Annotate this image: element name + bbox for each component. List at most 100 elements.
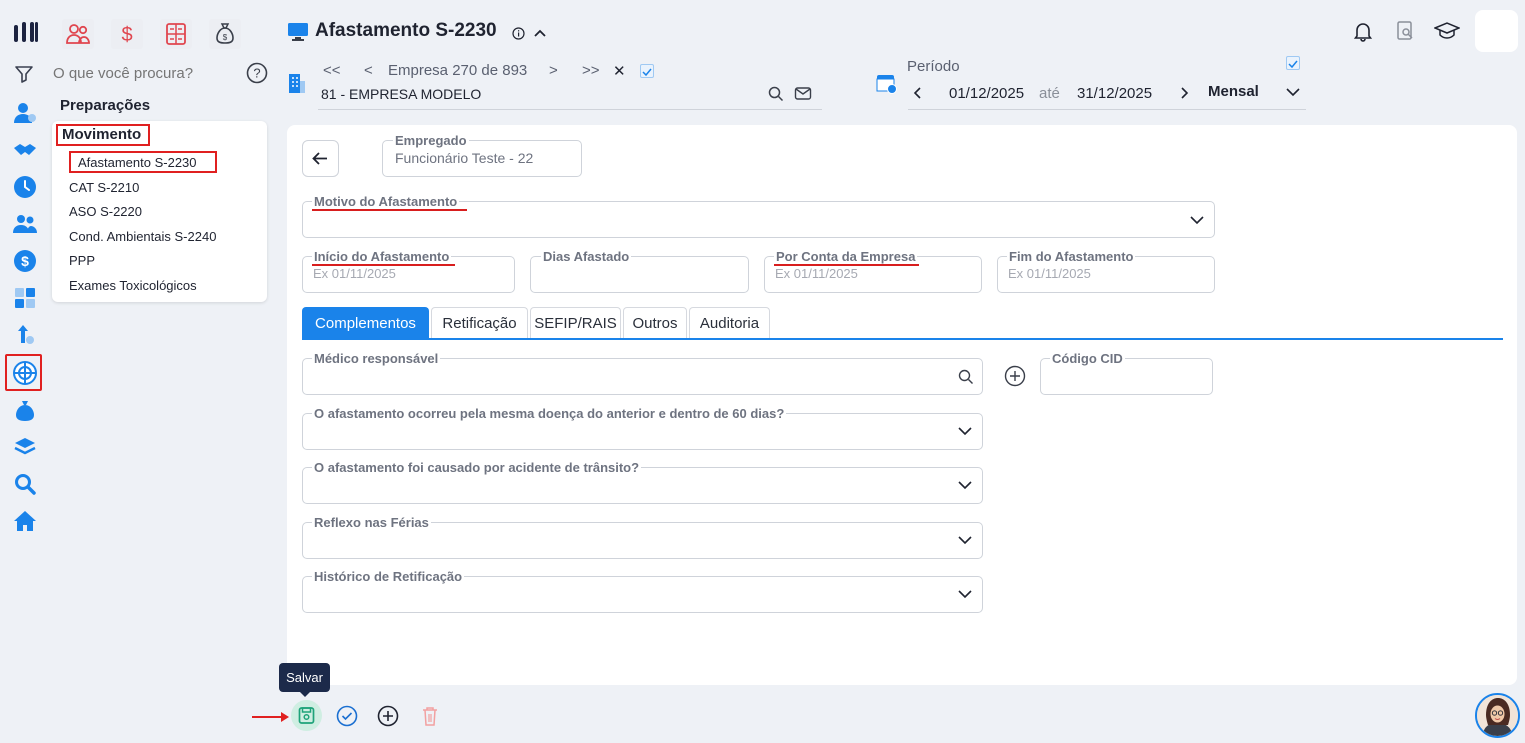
company-search-icon[interactable]: [767, 85, 785, 103]
monitor-icon: [287, 21, 309, 43]
company-last-button[interactable]: >>: [582, 62, 600, 79]
clock-icon[interactable]: [12, 174, 38, 200]
save-tooltip: Salvar: [279, 663, 330, 692]
period-checkbox[interactable]: [1286, 56, 1300, 70]
module-people-icon[interactable]: [62, 19, 94, 49]
company-close-button[interactable]: ✕: [613, 62, 626, 80]
people-icon[interactable]: [12, 100, 38, 126]
conta-empresa-label: Por Conta da Empresa: [774, 249, 918, 264]
team-icon[interactable]: [12, 211, 38, 237]
movimento-highlight: [56, 124, 150, 146]
assistant-avatar[interactable]: [1475, 693, 1520, 738]
module-calculator-icon[interactable]: [160, 19, 192, 49]
chevron-down-icon[interactable]: [957, 477, 973, 493]
chevron-down-icon[interactable]: [957, 423, 973, 439]
mesma-doenca-label: O afastamento ocorreu pela mesma doença …: [312, 406, 787, 421]
motivo-label: Motivo do Afastamento: [312, 194, 460, 209]
chevron-up-icon[interactable]: [532, 25, 548, 41]
company-first-button[interactable]: <<: [323, 62, 341, 79]
calendar-icon: [876, 72, 898, 94]
help-icon[interactable]: ?: [246, 62, 268, 84]
search-icon[interactable]: [12, 471, 38, 497]
svg-text:$: $: [223, 33, 228, 42]
esocial-globe-icon[interactable]: [12, 360, 38, 386]
tab-outros[interactable]: Outros: [623, 307, 687, 339]
tab-sefip-rais[interactable]: SEFIP/RAIS: [530, 307, 621, 339]
confirm-button[interactable]: [336, 705, 358, 727]
info-icon[interactable]: [512, 27, 525, 40]
conta-empresa-placeholder: Ex 01/11/2025: [775, 266, 858, 281]
menu-item-ppp[interactable]: PPP: [69, 253, 95, 268]
graduation-cap-icon[interactable]: [1433, 20, 1461, 42]
save-button[interactable]: [291, 700, 322, 731]
chevron-down-icon[interactable]: [1285, 84, 1301, 100]
back-button[interactable]: [302, 140, 339, 177]
empregado-value: Funcionário Teste - 22: [395, 150, 534, 166]
company-underline: [318, 109, 822, 110]
menu-item-cond-ambientais[interactable]: Cond. Ambientais S-2240: [69, 229, 216, 244]
menu-item-exames-toxicologicos[interactable]: Exames Toxicológicos: [69, 278, 197, 293]
chevron-down-icon[interactable]: [957, 532, 973, 548]
tab-auditoria[interactable]: Auditoria: [689, 307, 770, 339]
period-start[interactable]: 01/12/2025: [949, 85, 1024, 102]
period-prev-button[interactable]: [912, 86, 924, 100]
company-name: 81 - EMPRESA MODELO: [321, 86, 482, 102]
inicio-placeholder: Ex 01/11/2025: [313, 266, 396, 281]
building-icon: [288, 72, 306, 94]
tab-retificacao[interactable]: Retificação: [431, 307, 528, 339]
chevron-down-icon[interactable]: [957, 586, 973, 602]
motivo-underline: [312, 209, 467, 211]
calculator-icon[interactable]: [12, 285, 38, 311]
svg-text:$: $: [21, 253, 29, 269]
mail-icon[interactable]: [794, 86, 812, 102]
period-mode-select[interactable]: Mensal: [1208, 83, 1259, 100]
period-next-button[interactable]: [1178, 86, 1190, 100]
company-checkbox[interactable]: [640, 64, 654, 78]
menu-section-preparacoes[interactable]: Preparações: [60, 97, 150, 114]
user-avatar-placeholder[interactable]: [1475, 10, 1518, 52]
company-prev-button[interactable]: <: [364, 62, 373, 79]
tooltip-arrow: [299, 691, 311, 697]
inicio-label: Início do Afastamento: [312, 249, 452, 264]
bell-icon[interactable]: [1352, 20, 1374, 42]
add-medico-button[interactable]: [1004, 365, 1026, 387]
dollar-icon[interactable]: $: [12, 248, 38, 274]
layers-icon[interactable]: [12, 434, 38, 460]
company-position: Empresa 270 de 893: [388, 62, 528, 79]
module-money-bag-icon[interactable]: $: [209, 19, 241, 49]
tab-complementos[interactable]: Complementos: [302, 307, 429, 339]
period-separator: até: [1039, 85, 1060, 102]
pointer-arrow-icon: [251, 710, 291, 724]
menu-item-cat[interactable]: CAT S-2210: [69, 180, 139, 195]
chevron-down-icon[interactable]: [1189, 212, 1205, 228]
delete-button[interactable]: [420, 705, 440, 727]
handshake-icon[interactable]: [12, 137, 38, 163]
add-button[interactable]: [377, 705, 399, 727]
document-search-icon[interactable]: [1394, 20, 1416, 42]
medico-search-icon[interactable]: [957, 368, 975, 386]
module-dollar-icon[interactable]: $: [111, 19, 143, 49]
cid-label: Código CID: [1050, 351, 1125, 366]
home-icon[interactable]: [12, 508, 38, 534]
acidente-transito-label: O afastamento foi causado por acidente d…: [312, 460, 642, 475]
reflexo-ferias-label: Reflexo nas Férias: [312, 515, 431, 530]
money-bag-icon[interactable]: [12, 397, 38, 423]
empregado-label: Empregado: [393, 133, 469, 148]
historico-retificacao-label: Histórico de Retificação: [312, 569, 465, 584]
tabs-underline: [302, 338, 1503, 340]
search-input[interactable]: [53, 62, 243, 84]
fim-placeholder: Ex 01/11/2025: [1008, 266, 1091, 281]
menu-item-afastamento[interactable]: Afastamento S-2230: [78, 155, 197, 170]
company-next-button[interactable]: >: [549, 62, 558, 79]
dias-label: Dias Afastado: [541, 249, 632, 264]
period-end[interactable]: 31/12/2025: [1077, 85, 1152, 102]
period-underline: [908, 109, 1306, 110]
menu-item-aso[interactable]: ASO S-2220: [69, 204, 142, 219]
svg-text:$: $: [121, 24, 132, 46]
page-title: Afastamento S-2230: [315, 20, 497, 41]
app-logo[interactable]: [12, 19, 40, 47]
filter-icon[interactable]: [12, 62, 38, 88]
medico-label: Médico responsável: [312, 351, 441, 366]
arrow-up-person-icon[interactable]: [12, 322, 38, 348]
fim-label: Fim do Afastamento: [1007, 249, 1136, 264]
